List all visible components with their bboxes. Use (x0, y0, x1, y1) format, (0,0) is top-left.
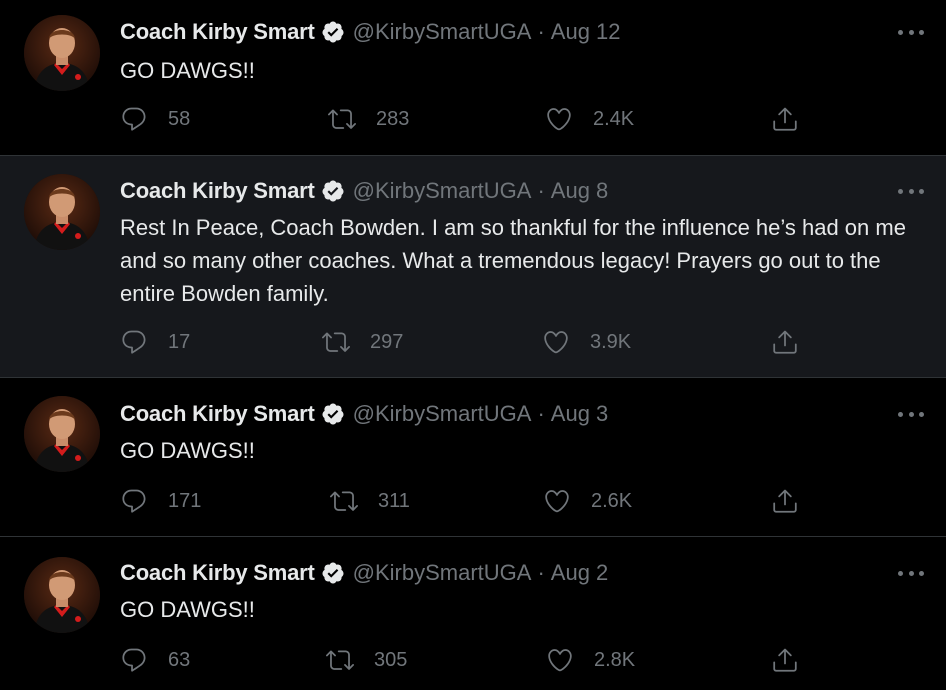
avatar[interactable] (24, 174, 100, 250)
author-name[interactable]: Coach Kirby Smart (120, 560, 315, 586)
heart-icon (547, 108, 571, 131)
retweet-icon (330, 491, 358, 511)
retweet-count: 305 (374, 648, 408, 671)
author-name[interactable]: Coach Kirby Smart (120, 19, 315, 45)
share-button[interactable] (771, 486, 799, 516)
tweet-item[interactable]: Coach Kirby Smart @KirbySmartUGA · Aug 1… (0, 0, 946, 156)
avatar[interactable] (24, 557, 100, 633)
heart-icon (545, 490, 569, 513)
tweet-actions: 63 305 2.8K (120, 645, 810, 675)
like-button[interactable]: 2.6K (543, 486, 632, 516)
reply-icon (122, 107, 146, 131)
more-options-icon[interactable] (898, 181, 924, 201)
reply-button[interactable]: 171 (120, 486, 201, 516)
author-name[interactable]: Coach Kirby Smart (120, 401, 315, 427)
tweet-text: GO DAWGS!! (120, 58, 255, 83)
tweet-header: Coach Kirby Smart @KirbySmartUGA · Aug 1… (120, 18, 621, 46)
verified-badge-icon (321, 402, 345, 426)
like-button[interactable]: 2.4K (545, 104, 634, 134)
reply-count: 63 (168, 648, 191, 671)
tweet-header: Coach Kirby Smart @KirbySmartUGA · Aug 2 (120, 559, 608, 587)
reply-icon (122, 648, 146, 672)
retweet-icon (322, 332, 350, 352)
heart-icon (548, 649, 572, 672)
reply-count: 171 (168, 489, 202, 512)
avatar[interactable] (24, 396, 100, 472)
tweet-actions: 171 311 2.6K (120, 486, 810, 516)
retweet-count: 283 (376, 107, 410, 130)
like-count: 2.8K (594, 648, 636, 671)
tweet-header: Coach Kirby Smart @KirbySmartUGA · Aug 8 (120, 177, 608, 205)
tweet-item[interactable]: Coach Kirby Smart @KirbySmartUGA · Aug 2… (0, 537, 946, 690)
reply-button[interactable]: 58 (120, 104, 190, 134)
heart-icon (544, 331, 568, 354)
tweet-text: GO DAWGS!! (120, 597, 255, 622)
like-count: 3.9K (590, 330, 632, 353)
reply-icon (122, 330, 146, 354)
retweet-icon (328, 109, 356, 129)
tweet-feed: Coach Kirby Smart @KirbySmartUGA · Aug 1… (0, 0, 946, 690)
tweet-item[interactable]: Coach Kirby Smart @KirbySmartUGA · Aug 8… (0, 156, 946, 378)
share-icon (773, 489, 797, 513)
reply-button[interactable]: 17 (120, 327, 190, 357)
more-options-icon[interactable] (898, 563, 924, 583)
share-icon (773, 648, 797, 672)
share-button[interactable] (771, 104, 799, 134)
avatar[interactable] (24, 15, 100, 91)
separator: · (537, 401, 545, 426)
verified-badge-icon (321, 561, 345, 585)
tweet-date[interactable]: Aug 8 (551, 178, 609, 204)
like-button[interactable]: 3.9K (542, 327, 631, 357)
share-button[interactable] (771, 327, 799, 357)
author-name[interactable]: Coach Kirby Smart (120, 178, 315, 204)
more-options-icon[interactable] (898, 22, 924, 42)
separator: · (537, 178, 545, 203)
like-button[interactable]: 2.8K (546, 645, 635, 675)
tweet-item[interactable]: Coach Kirby Smart @KirbySmartUGA · Aug 3… (0, 378, 946, 537)
tweet-date[interactable]: Aug 12 (551, 19, 621, 45)
retweet-button[interactable]: 305 (326, 645, 407, 675)
verified-badge-icon (321, 20, 345, 44)
retweet-count: 311 (378, 489, 410, 512)
share-button[interactable] (771, 645, 799, 675)
retweet-icon (326, 650, 354, 670)
tweet-header: Coach Kirby Smart @KirbySmartUGA · Aug 3 (120, 400, 608, 428)
retweet-button[interactable]: 283 (328, 104, 409, 134)
tweet-date[interactable]: Aug 3 (551, 401, 609, 427)
retweet-button[interactable]: 297 (322, 327, 403, 357)
reply-count: 17 (168, 330, 191, 353)
tweet-date[interactable]: Aug 2 (551, 560, 609, 586)
tweet-text: Rest In Peace, Coach Bowden. I am so tha… (120, 215, 906, 306)
separator: · (537, 19, 545, 44)
like-count: 2.4K (593, 107, 635, 130)
share-icon (773, 107, 797, 131)
author-handle[interactable]: @KirbySmartUGA (353, 401, 532, 427)
tweet-actions: 17 297 3.9K (120, 327, 810, 357)
retweet-button[interactable]: 311 (330, 486, 410, 516)
author-handle[interactable]: @KirbySmartUGA (353, 19, 532, 45)
author-handle[interactable]: @KirbySmartUGA (353, 560, 532, 586)
author-handle[interactable]: @KirbySmartUGA (353, 178, 532, 204)
share-icon (773, 330, 797, 354)
verified-badge-icon (321, 179, 345, 203)
tweet-text: GO DAWGS!! (120, 438, 255, 463)
tweet-actions: 58 283 2.4K (120, 104, 810, 134)
reply-button[interactable]: 63 (120, 645, 190, 675)
like-count: 2.6K (591, 489, 633, 512)
more-options-icon[interactable] (898, 404, 924, 424)
retweet-count: 297 (370, 330, 404, 353)
reply-count: 58 (168, 107, 191, 130)
separator: · (537, 560, 545, 585)
reply-icon (122, 489, 146, 513)
